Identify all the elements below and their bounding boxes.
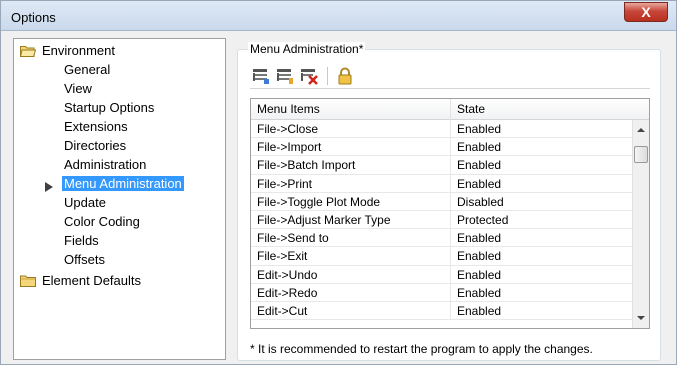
menu-properties-icon[interactable] bbox=[252, 67, 270, 85]
tree-item-label: Extensions bbox=[64, 119, 128, 134]
menu-remove-icon[interactable] bbox=[300, 67, 318, 85]
menu-item-cell: File->Adjust Marker Type bbox=[251, 210, 451, 229]
table-row[interactable]: File->Print Enabled bbox=[251, 174, 632, 193]
tree-item-extensions[interactable]: Extensions bbox=[64, 117, 128, 136]
toolbar-separator bbox=[327, 67, 328, 85]
tree-item-label: Administration bbox=[64, 157, 147, 172]
tree-item-label: Environment bbox=[42, 43, 115, 58]
menu-items-table[interactable]: Menu Items State File->Close Enabled File… bbox=[250, 98, 650, 329]
scroll-thumb[interactable] bbox=[634, 146, 648, 163]
table-row[interactable]: File->Import Enabled bbox=[251, 138, 632, 157]
tree-item-offsets[interactable]: Offsets bbox=[64, 250, 105, 269]
table-row[interactable]: File->Toggle Plot Mode Disabled bbox=[251, 192, 632, 211]
tree-item-label: Startup Options bbox=[64, 100, 155, 115]
menu-item-cell: File->Close bbox=[251, 120, 451, 138]
title-bar[interactable]: Options X bbox=[1, 1, 676, 31]
tree-item-menu-administration[interactable]: Menu Administration bbox=[62, 174, 184, 193]
tree-item-label: View bbox=[64, 81, 92, 96]
close-button[interactable]: X bbox=[624, 2, 668, 22]
menu-item-cell: File->Import bbox=[251, 138, 451, 157]
options-tree[interactable]: Environment General View Startup Options… bbox=[13, 38, 226, 360]
restart-note: * It is recommended to restart the progr… bbox=[250, 342, 593, 356]
options-window: Options X Environment General View Start… bbox=[0, 0, 677, 365]
menu-administration-group: Menu Administration* Menu Items State Fi… bbox=[237, 42, 661, 361]
table-row[interactable]: File->Close Enabled bbox=[251, 120, 632, 139]
vertical-scrollbar[interactable] bbox=[632, 120, 649, 328]
tree-item-label: Update bbox=[64, 195, 106, 210]
table-row[interactable]: File->Send to Enabled bbox=[251, 229, 632, 248]
closed-folder-icon bbox=[20, 275, 36, 287]
selected-arrow-icon bbox=[44, 181, 54, 192]
state-cell[interactable]: Enabled bbox=[451, 284, 632, 302]
tree-item-view[interactable]: View bbox=[64, 79, 92, 98]
window-title: Options bbox=[11, 10, 56, 25]
tree-item-element-defaults[interactable]: Element Defaults bbox=[20, 271, 141, 290]
menu-item-cell: Edit->Redo bbox=[251, 283, 451, 302]
tree-item-label: Element Defaults bbox=[42, 273, 141, 288]
tree-item-general[interactable]: General bbox=[64, 60, 110, 79]
tree-item-update[interactable]: Update bbox=[64, 193, 106, 212]
table-row[interactable]: Edit->Cut Enabled bbox=[251, 301, 632, 321]
group-title: Menu Administration* bbox=[248, 42, 366, 56]
state-cell[interactable]: Enabled bbox=[451, 302, 632, 320]
table-row[interactable]: Edit->Undo Enabled bbox=[251, 265, 632, 284]
table-row[interactable]: Edit->Redo Enabled bbox=[251, 283, 632, 302]
state-cell[interactable]: Enabled bbox=[451, 175, 632, 193]
tree-item-color-coding[interactable]: Color Coding bbox=[64, 212, 140, 231]
open-folder-icon bbox=[20, 45, 36, 57]
tree-item-directories[interactable]: Directories bbox=[64, 136, 126, 155]
menu-item-cell: Edit->Cut bbox=[251, 301, 451, 320]
state-cell[interactable]: Enabled bbox=[451, 247, 632, 265]
scroll-down-icon[interactable] bbox=[637, 316, 645, 320]
tree-item-label: Color Coding bbox=[64, 214, 140, 229]
tree-item-startup-options[interactable]: Startup Options bbox=[64, 98, 154, 117]
state-cell[interactable]: Enabled bbox=[451, 138, 632, 156]
table-row[interactable]: File->Exit Enabled bbox=[251, 247, 632, 266]
table-row[interactable]: File->Adjust Marker Type Protected bbox=[251, 210, 632, 230]
menu-item-cell: Edit->Undo bbox=[251, 265, 451, 284]
toolbar bbox=[250, 63, 650, 89]
menu-item-cell: File->Batch Import bbox=[251, 156, 451, 175]
state-cell[interactable]: Protected bbox=[451, 211, 632, 229]
menu-add-icon[interactable] bbox=[276, 67, 294, 85]
column-header-menu-items[interactable]: Menu Items bbox=[251, 99, 451, 120]
tree-item-environment[interactable]: Environment bbox=[20, 41, 115, 60]
menu-item-cell: File->Send to bbox=[251, 229, 451, 248]
menu-item-cell: File->Print bbox=[251, 174, 451, 193]
scroll-up-icon[interactable] bbox=[637, 128, 645, 132]
column-header-state[interactable]: State bbox=[451, 99, 631, 120]
table-body: File->Close Enabled File->Import Enabled F… bbox=[251, 120, 632, 321]
tree-item-label: Offsets bbox=[64, 252, 105, 267]
menu-item-cell: File->Toggle Plot Mode bbox=[251, 192, 451, 211]
state-cell[interactable]: Enabled bbox=[451, 156, 632, 174]
state-cell[interactable]: Enabled bbox=[451, 266, 632, 284]
tree-item-label: Menu Administration bbox=[62, 176, 184, 191]
tree-item-fields[interactable]: Fields bbox=[64, 231, 99, 250]
tree-item-label: General bbox=[64, 62, 111, 77]
lock-icon[interactable] bbox=[336, 67, 354, 85]
tree-item-administration[interactable]: Administration bbox=[64, 155, 146, 174]
menu-item-cell: File->Exit bbox=[251, 247, 451, 266]
state-cell[interactable]: Enabled bbox=[451, 229, 632, 247]
tree-item-label: Directories bbox=[64, 138, 127, 153]
state-cell[interactable]: Disabled bbox=[451, 193, 632, 211]
table-row[interactable]: File->Batch Import Enabled bbox=[251, 156, 632, 175]
table-header: Menu Items State bbox=[251, 99, 649, 120]
tree-item-label: Fields bbox=[64, 233, 99, 248]
state-cell[interactable]: Enabled bbox=[451, 120, 632, 138]
